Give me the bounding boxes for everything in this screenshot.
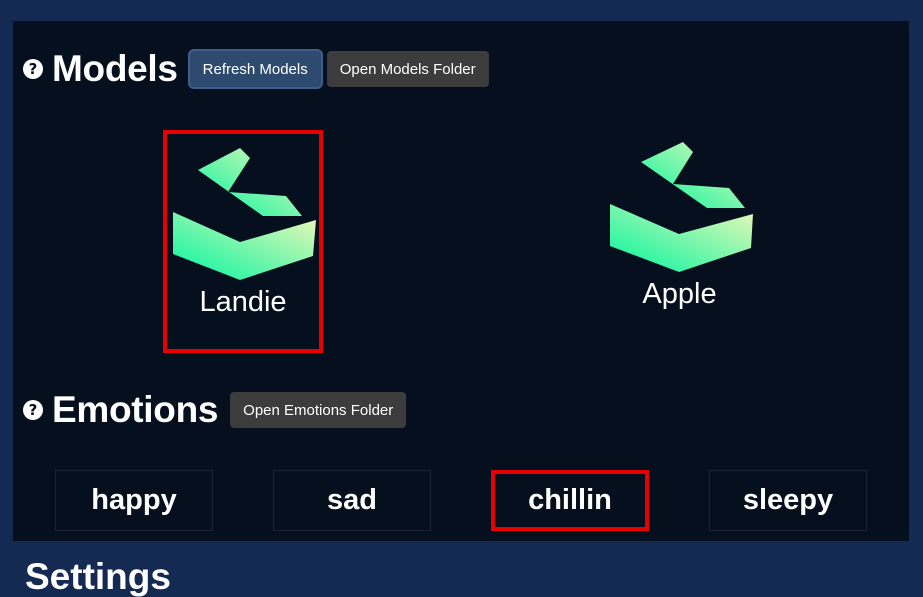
model-name: Landie bbox=[199, 286, 287, 318]
models-title: Models bbox=[52, 48, 178, 89]
model-name: Apple bbox=[642, 278, 717, 310]
open-emotions-folder-button[interactable]: Open Emotions Folder bbox=[230, 392, 407, 428]
refresh-models-button[interactable]: Refresh Models bbox=[189, 51, 321, 87]
open-models-folder-button[interactable]: Open Models Folder bbox=[326, 51, 489, 87]
help-icon[interactable]: ? bbox=[23, 400, 43, 420]
emotion-sad[interactable]: sad bbox=[273, 470, 431, 531]
emotions-header: ? Emotions Open Emotions Folder bbox=[23, 389, 407, 431]
emotion-chillin[interactable]: chillin bbox=[491, 470, 649, 531]
model-card-landie[interactable]: Landie bbox=[163, 130, 323, 353]
help-icon[interactable]: ? bbox=[23, 59, 43, 79]
models-header: ? Models Refresh Models Open Models Fold… bbox=[23, 48, 489, 90]
emotions-title: Emotions bbox=[52, 389, 219, 430]
settings-title: Settings bbox=[25, 556, 171, 597]
emotion-sleepy[interactable]: sleepy bbox=[709, 470, 867, 531]
emotion-happy[interactable]: happy bbox=[55, 470, 213, 531]
logo-icon bbox=[173, 148, 316, 280]
logo-icon bbox=[609, 142, 753, 272]
main-panel bbox=[13, 21, 909, 541]
model-card-apple[interactable]: Apple bbox=[602, 134, 757, 344]
